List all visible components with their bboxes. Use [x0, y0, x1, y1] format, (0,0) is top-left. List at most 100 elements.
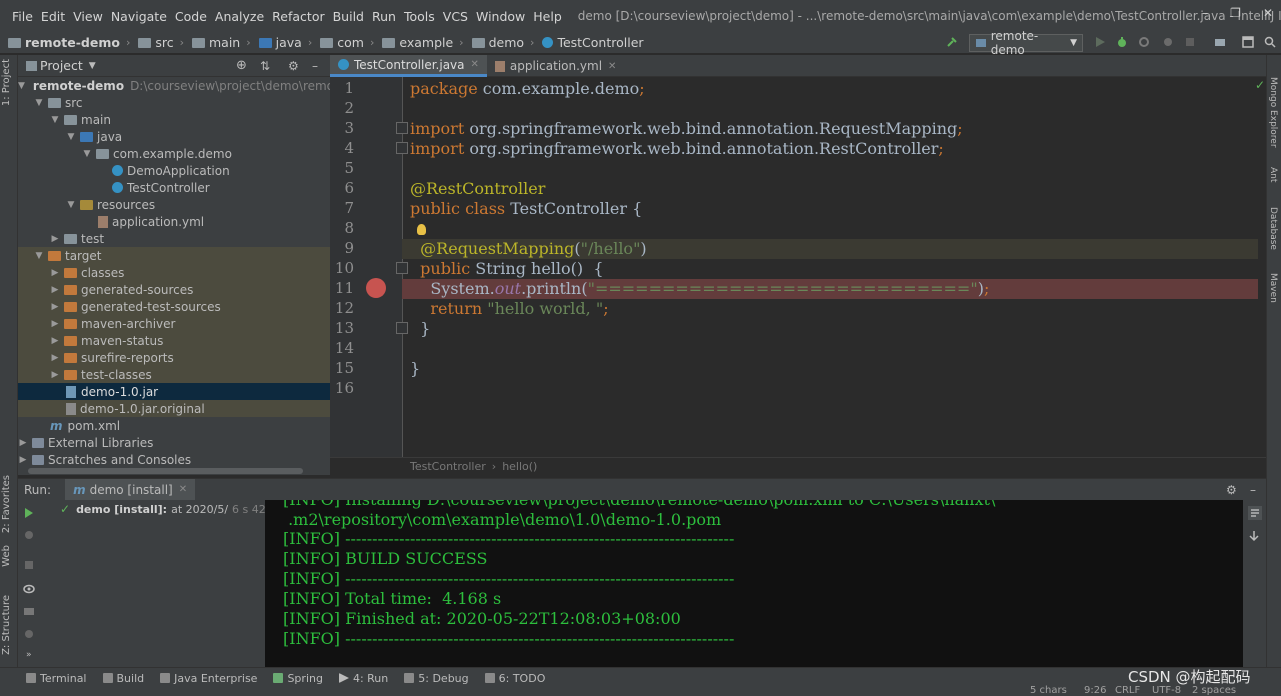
- tree-item-src[interactable]: ▼ src: [18, 94, 330, 111]
- tree-item-testcontroller[interactable]: TestController: [18, 179, 330, 196]
- menu-vcs[interactable]: VCS: [443, 9, 468, 24]
- tree-item-generated-sources[interactable]: ▶ generated-sources: [18, 281, 330, 298]
- tab-java-enterprise[interactable]: Java Enterprise: [160, 672, 257, 685]
- tree-item-demoapplication[interactable]: DemoApplication: [18, 162, 330, 179]
- tree-item-pom-xml[interactable]: m pom.xml: [18, 417, 330, 434]
- close-tab-icon[interactable]: ✕: [608, 61, 616, 72]
- tab-todo[interactable]: 6: TODO: [484, 672, 545, 685]
- tree-item-maven-archiver[interactable]: ▶ maven-archiver: [18, 315, 330, 332]
- search-everywhere-icon[interactable]: [1264, 36, 1276, 48]
- chevron-right-icon[interactable]: ▶: [50, 234, 60, 244]
- chevron-right-icon[interactable]: ▶: [50, 370, 60, 380]
- project-structure-icon[interactable]: [1214, 36, 1226, 48]
- tree-item-scratches[interactable]: ▶ Scratches and Consoles: [18, 451, 330, 468]
- profile-icon[interactable]: [1162, 36, 1174, 48]
- intention-bulb-icon[interactable]: [417, 224, 426, 235]
- stop-icon[interactable]: [24, 560, 34, 570]
- tree-item-demo-jar[interactable]: demo-1.0.jar: [18, 383, 330, 400]
- tree-item-package[interactable]: ▼ com.example.demo: [18, 145, 330, 162]
- coverage-icon[interactable]: [1138, 36, 1150, 48]
- tree-item-test-classes[interactable]: ▶ test-classes: [18, 366, 330, 383]
- menu-refactor[interactable]: Refactor: [272, 9, 324, 24]
- hide-icon[interactable]: –: [1250, 483, 1256, 497]
- tree-item-remote-demo[interactable]: ▼ remote-demo D:\courseview\project\demo\r…: [18, 77, 330, 94]
- tab-run[interactable]: 4: Run: [338, 672, 388, 685]
- chevron-down-icon[interactable]: ▼: [66, 200, 76, 210]
- minimize-button[interactable]: –: [1202, 6, 1208, 20]
- chevron-down-icon[interactable]: ▼: [66, 132, 76, 142]
- run-console[interactable]: [INFO] Installing D:\courseview\project\…: [265, 500, 1243, 667]
- chevron-right-icon[interactable]: ▶: [50, 336, 60, 346]
- breadcrumb-src[interactable]: src ›: [130, 35, 184, 50]
- layout-icon[interactable]: [1242, 36, 1254, 48]
- tree-item-classes[interactable]: ▶ classes: [18, 264, 330, 281]
- status-caret-position[interactable]: 9:26: [1084, 685, 1106, 696]
- tab-mongo-explorer[interactable]: Mongo Explorer: [1268, 77, 1278, 148]
- menu-run[interactable]: Run: [372, 9, 396, 24]
- hide-icon[interactable]: –: [312, 59, 318, 73]
- tree-item-application-yml[interactable]: application.yml: [18, 213, 330, 230]
- tab-maven[interactable]: Maven: [1268, 273, 1278, 303]
- collapse-all-icon[interactable]: ⇅: [260, 59, 270, 73]
- chevron-right-icon[interactable]: ▶: [50, 319, 60, 329]
- tab-favorites-tool[interactable]: 2: Favorites: [1, 475, 12, 533]
- debug-icon[interactable]: [1116, 36, 1128, 48]
- chevron-right-icon[interactable]: ▶: [50, 268, 60, 278]
- tab-database[interactable]: Database: [1268, 207, 1278, 250]
- crumb-class[interactable]: TestController: [410, 460, 486, 473]
- crumb-method[interactable]: hello(): [502, 460, 537, 473]
- scroll-to-end-icon[interactable]: [1248, 530, 1260, 542]
- chevron-down-icon[interactable]: ▼: [89, 61, 96, 71]
- settings-icon[interactable]: [23, 628, 35, 640]
- menu-navigate[interactable]: Navigate: [111, 9, 167, 24]
- tab-structure-tool[interactable]: Z: Structure: [1, 595, 12, 655]
- tab-web-tool[interactable]: Web: [1, 545, 12, 567]
- tree-item-test[interactable]: ▶ test: [18, 230, 330, 247]
- tree-item-generated-test-sources[interactable]: ▶ generated-test-sources: [18, 298, 330, 315]
- horizontal-scrollbar[interactable]: [28, 468, 303, 474]
- chevron-right-icon[interactable]: ▶: [50, 285, 60, 295]
- project-view-select[interactable]: Project: [40, 58, 83, 73]
- run-icon[interactable]: [1094, 36, 1106, 48]
- tab-project-tool[interactable]: 1: Project: [1, 59, 12, 106]
- tree-item-resources[interactable]: ▼ resources: [18, 196, 330, 213]
- stop-icon[interactable]: [1184, 36, 1196, 48]
- tab-debug[interactable]: 5: Debug: [404, 672, 469, 685]
- tree-item-java[interactable]: ▼ java: [18, 128, 330, 145]
- menu-file[interactable]: File: [12, 9, 33, 24]
- inspection-ok-icon[interactable]: ✓: [1255, 78, 1265, 92]
- tree-item-surefire-reports[interactable]: ▶ surefire-reports: [18, 349, 330, 366]
- run-tab-demo-install[interactable]: m demo [install] ✕: [65, 478, 196, 501]
- more-icon[interactable]: »: [26, 650, 32, 660]
- chevron-down-icon[interactable]: ▼: [34, 251, 44, 261]
- breadcrumb-main[interactable]: main ›: [184, 35, 251, 50]
- breadcrumb-java[interactable]: java ›: [251, 35, 312, 50]
- menu-view[interactable]: View: [73, 9, 103, 24]
- maximize-button[interactable]: ❐: [1230, 6, 1241, 20]
- tree-item-demo-jar-original[interactable]: demo-1.0.jar.original: [18, 400, 330, 417]
- tree-item-main[interactable]: ▼ main: [18, 111, 330, 128]
- toggle-icon[interactable]: [24, 530, 34, 540]
- chevron-right-icon[interactable]: ▶: [18, 455, 28, 465]
- chevron-down-icon[interactable]: ▼: [34, 98, 44, 108]
- tab-application-yml[interactable]: application.yml ✕: [487, 55, 625, 77]
- tab-testcontroller-java[interactable]: TestController.java ✕: [330, 55, 487, 77]
- breadcrumb-remote-demo[interactable]: remote-demo ›: [0, 35, 130, 50]
- gear-icon[interactable]: ⚙: [1226, 483, 1237, 497]
- menu-edit[interactable]: Edit: [41, 9, 65, 24]
- menu-help[interactable]: Help: [533, 9, 562, 24]
- breadcrumb-testcontroller[interactable]: TestController: [534, 35, 644, 50]
- run-configuration-select[interactable]: remote-demo ▼: [969, 29, 1083, 57]
- close-tab-icon[interactable]: ✕: [471, 59, 479, 70]
- tab-ant[interactable]: Ant: [1268, 167, 1278, 182]
- rerun-icon[interactable]: [24, 508, 34, 518]
- code-editor[interactable]: 1 2 3 4 5 6 7 8 9 10 11 12 13 14 15 16 p…: [330, 77, 1266, 457]
- chevron-right-icon[interactable]: ▶: [50, 353, 60, 363]
- fold-marker-icon[interactable]: [396, 142, 408, 154]
- menu-tools[interactable]: Tools: [404, 9, 435, 24]
- breadcrumb-demo[interactable]: demo ›: [464, 35, 534, 50]
- breakpoint-icon[interactable]: [366, 278, 386, 298]
- gear-icon[interactable]: ⚙: [288, 59, 299, 73]
- chevron-right-icon[interactable]: ▶: [50, 302, 60, 312]
- tree-item-maven-status[interactable]: ▶ maven-status: [18, 332, 330, 349]
